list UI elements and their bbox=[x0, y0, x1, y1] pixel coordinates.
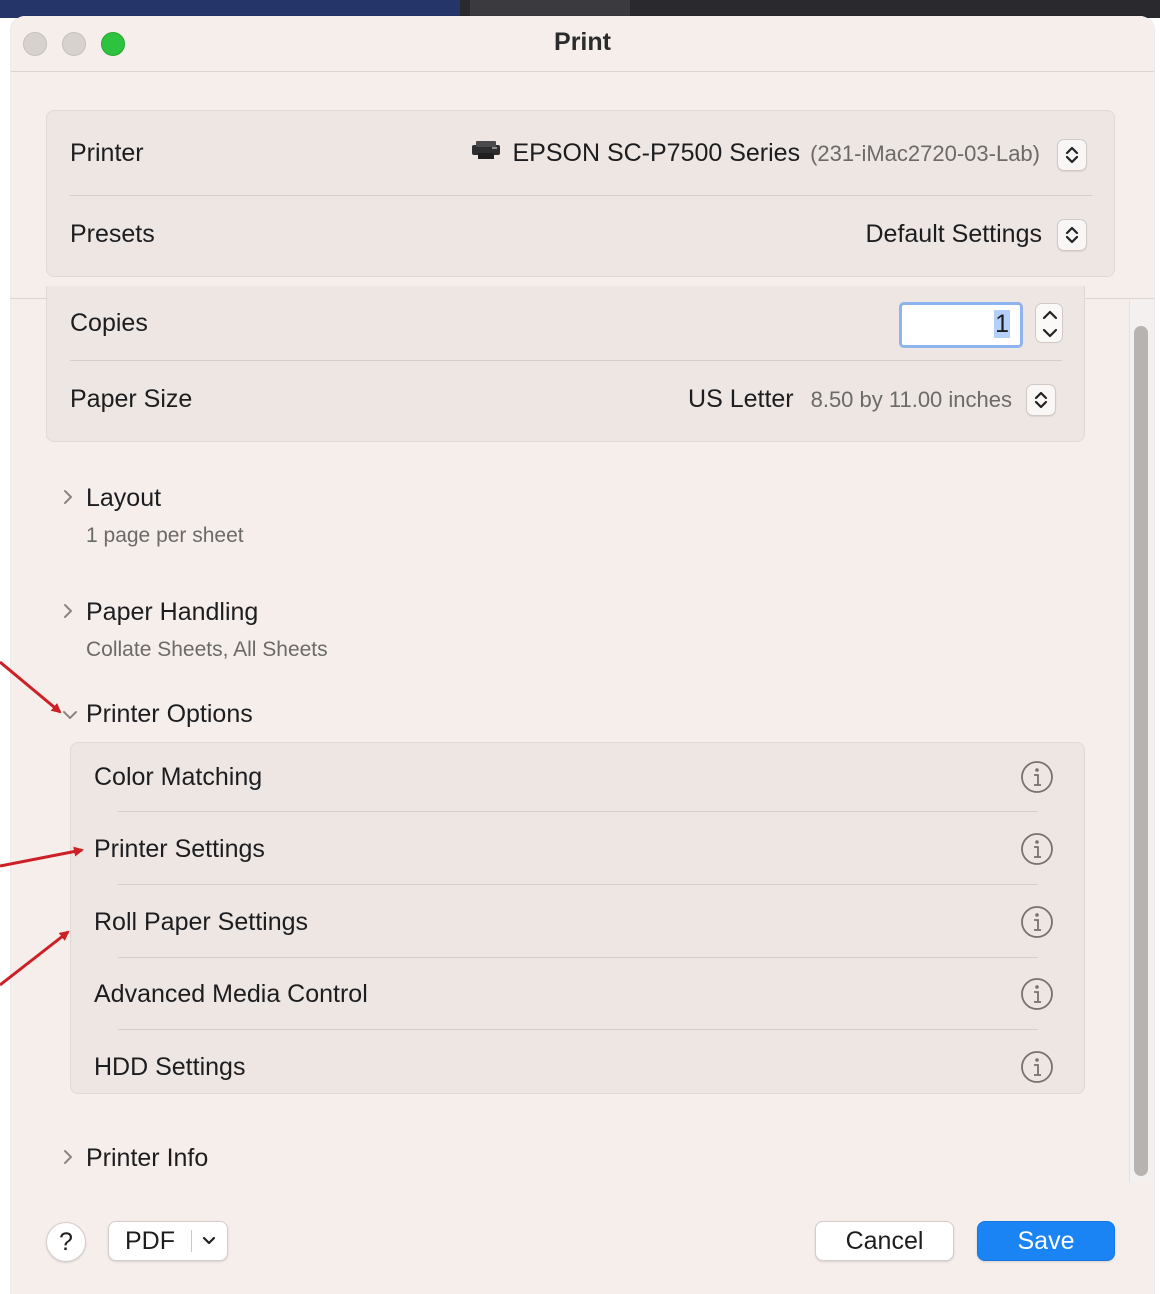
annotation-arrows bbox=[0, 660, 84, 987]
annotation-arrow-printer-settings bbox=[0, 846, 84, 868]
annotation-arrow-roll-paper-settings bbox=[0, 930, 70, 987]
annotation-arrow-printer-options bbox=[0, 660, 62, 714]
